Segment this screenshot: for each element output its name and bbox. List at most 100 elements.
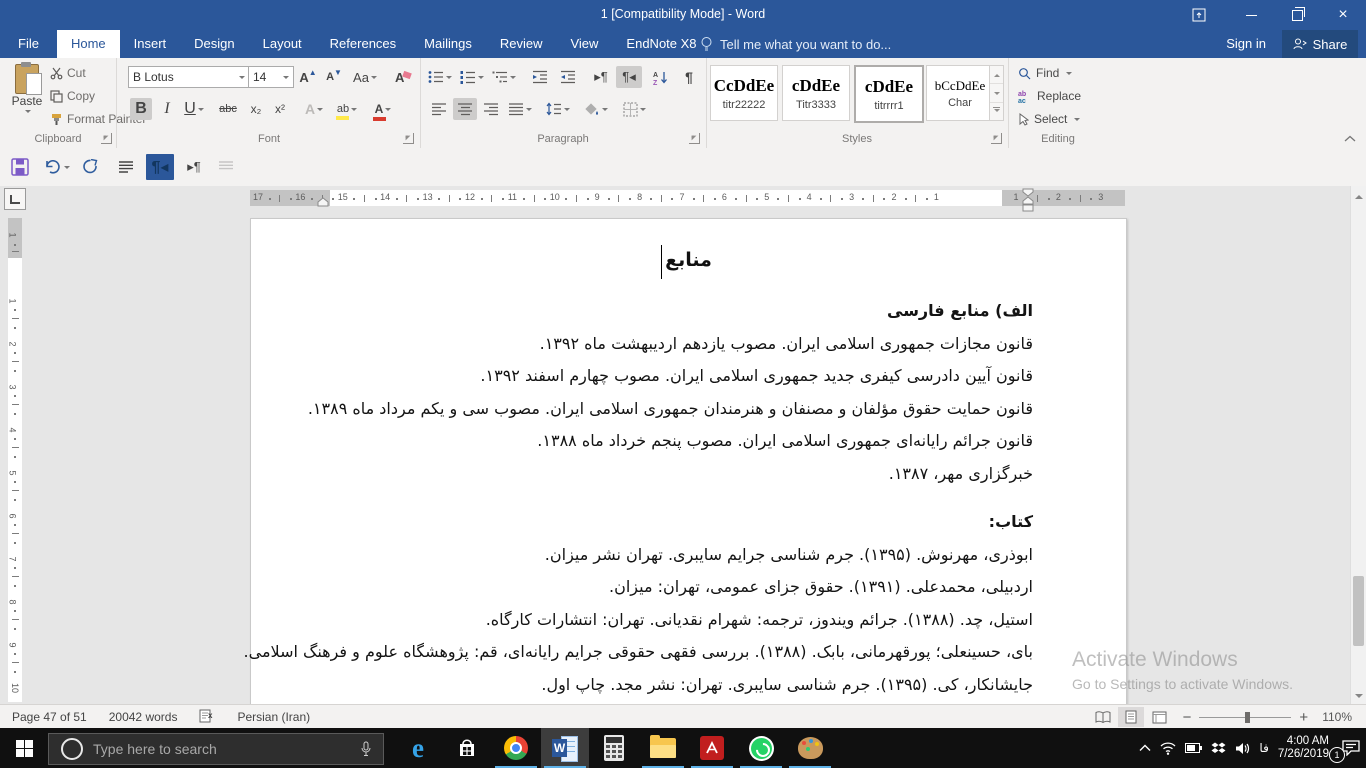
vertical-scrollbar[interactable] [1350,186,1366,704]
font-name-combobox[interactable]: B Lotus [128,66,250,88]
styles-scroll[interactable] [989,65,1004,121]
dropbox-icon[interactable] [1211,742,1226,755]
sort-button[interactable]: AZ [648,66,674,88]
tab-review[interactable]: Review [486,30,557,58]
styles-dialog-launcher[interactable] [991,133,1002,144]
tab-design[interactable]: Design [180,30,248,58]
start-button[interactable] [0,728,48,768]
action-center-button[interactable]: 1 [1338,728,1364,768]
font-size-combobox[interactable]: 14 [248,66,294,88]
scroll-down-icon[interactable] [1351,687,1366,704]
document-line[interactable]: قانون جرائم رایانه‌ای جمهوری اسلامی ایرا… [311,425,1033,458]
word-count[interactable]: 20042 words [109,710,178,724]
style-card-Char[interactable]: bCcDdEeChar [926,65,994,121]
replace-button[interactable]: abac Replace [1018,89,1081,103]
vertical-ruler[interactable]: 112345678910 [8,218,22,702]
document-page[interactable]: منابع الف) منابع فارسیقانون مجازات جمهور… [250,218,1127,706]
language-indicator[interactable]: Persian (Iran) [237,710,310,724]
taskbar-calculator[interactable] [590,728,638,768]
justify-button[interactable] [505,98,535,120]
styles-scroll-up-icon[interactable] [990,66,1003,84]
taskbar-chrome[interactable] [492,728,540,768]
borders-button[interactable] [618,98,650,120]
highlight-color-button[interactable]: ab [332,98,362,120]
zoom-slider[interactable] [1199,717,1291,718]
font-color-button[interactable]: A [368,98,398,120]
language-keyboard-indicator[interactable]: فا [1259,741,1268,755]
paragraph-dialog-launcher[interactable] [689,133,700,144]
document-line[interactable]: قانون آیین دادرسی کیفری جدید جمهوری اسلا… [311,360,1033,393]
qat-ltr-paragraph-button[interactable]: ▸¶ [182,155,206,179]
decrease-indent-button[interactable] [528,66,552,88]
scrollbar-thumb[interactable] [1353,576,1364,646]
paste-button[interactable]: Paste [6,64,48,132]
proofing-error-icon[interactable]: x [199,709,215,726]
qat-rtl-paragraph-button[interactable]: ¶◂ [146,154,174,180]
numbering-button[interactable] [458,66,486,88]
zoom-in-button[interactable]: + [1299,709,1308,726]
document-line[interactable]: کتاب: [311,506,1033,539]
collapse-ribbon-button[interactable] [1344,130,1356,148]
copy-button[interactable]: Copy [50,89,95,103]
document-line[interactable]: خبرگزاری مهر، ۱۳۸۷. [311,458,1033,491]
tray-chevron-icon[interactable] [1139,744,1151,752]
minimize-button[interactable] [1228,0,1274,30]
underline-button[interactable]: U [180,98,208,120]
read-mode-button[interactable] [1090,707,1116,727]
close-button[interactable]: × [1320,0,1366,30]
tab-endnote-x8[interactable]: EndNote X8 [612,30,710,58]
restore-button[interactable] [1274,0,1320,30]
wifi-icon[interactable] [1160,742,1176,755]
hanging-indent-marker[interactable] [316,197,330,207]
subscript-button[interactable]: x₂ [244,98,268,120]
tab-layout[interactable]: Layout [249,30,316,58]
tab-mailings[interactable]: Mailings [410,30,486,58]
tell-me-box[interactable]: Tell me what you want to do... [700,30,891,58]
print-layout-button[interactable] [1118,707,1144,727]
rtl-direction-button[interactable]: ¶◂ [616,66,642,88]
share-button[interactable]: Share [1282,30,1358,58]
zoom-slider-thumb[interactable] [1245,712,1250,723]
qat-justify-button[interactable] [114,155,138,179]
speaker-icon[interactable] [1235,742,1250,755]
document-line[interactable]: قانون مجازات جمهوری اسلامی ایران. مصوب ی… [311,328,1033,361]
superscript-button[interactable]: x² [268,98,292,120]
document-line[interactable]: اردبیلی، محمدعلی. (۱۳۹۱). حقوق جزای عموم… [311,571,1033,604]
microphone-icon[interactable] [361,741,371,757]
style-card-Titr3333[interactable]: cDdEeTitr3333 [782,65,850,121]
taskbar-word[interactable]: W [541,728,589,768]
page-indicator[interactable]: Page 47 of 51 [12,710,87,724]
document-line[interactable]: الف) منابع فارسی [311,295,1033,328]
change-case-button[interactable]: Aa [350,66,380,88]
clear-formatting-button[interactable]: A [390,66,416,88]
save-button[interactable] [8,155,32,179]
tab-selector[interactable] [4,188,26,210]
text-effects-button[interactable]: A [300,98,328,120]
styles-scroll-down-icon[interactable] [990,84,1003,102]
taskbar-paint[interactable] [786,728,834,768]
show-hide-pilcrow-button[interactable]: ¶ [678,66,700,88]
tab-file[interactable]: File [0,30,57,58]
redo-button[interactable] [78,155,102,179]
align-center-button[interactable] [453,98,477,120]
zoom-level[interactable]: 110% [1322,710,1352,724]
taskbar-explorer[interactable] [639,728,687,768]
align-left-button[interactable] [427,98,451,120]
tab-home[interactable]: Home [57,30,120,58]
undo-button[interactable] [40,155,74,179]
document-line[interactable]: بای، حسینعلی؛ پورقهرمانی، بابک. (۱۳۸۸). … [311,636,1033,669]
font-dialog-launcher[interactable] [403,133,414,144]
zoom-out-button[interactable]: − [1183,709,1192,726]
shading-button[interactable] [580,98,612,120]
increase-indent-button[interactable] [556,66,580,88]
align-right-button[interactable] [479,98,503,120]
taskbar-edge[interactable]: e [394,728,442,768]
document-line[interactable]: ابوذری، مهرنوش. (۱۳۹۵). جرم شناسی جرایم … [311,539,1033,572]
web-layout-button[interactable] [1146,707,1172,727]
sign-in-link[interactable]: Sign in [1226,30,1266,58]
shrink-font-button[interactable]: A▼ [322,66,346,88]
bullets-button[interactable] [426,66,454,88]
cut-button[interactable]: Cut [50,66,86,80]
indent-marker-hourglass[interactable] [1021,188,1035,212]
tab-insert[interactable]: Insert [120,30,181,58]
